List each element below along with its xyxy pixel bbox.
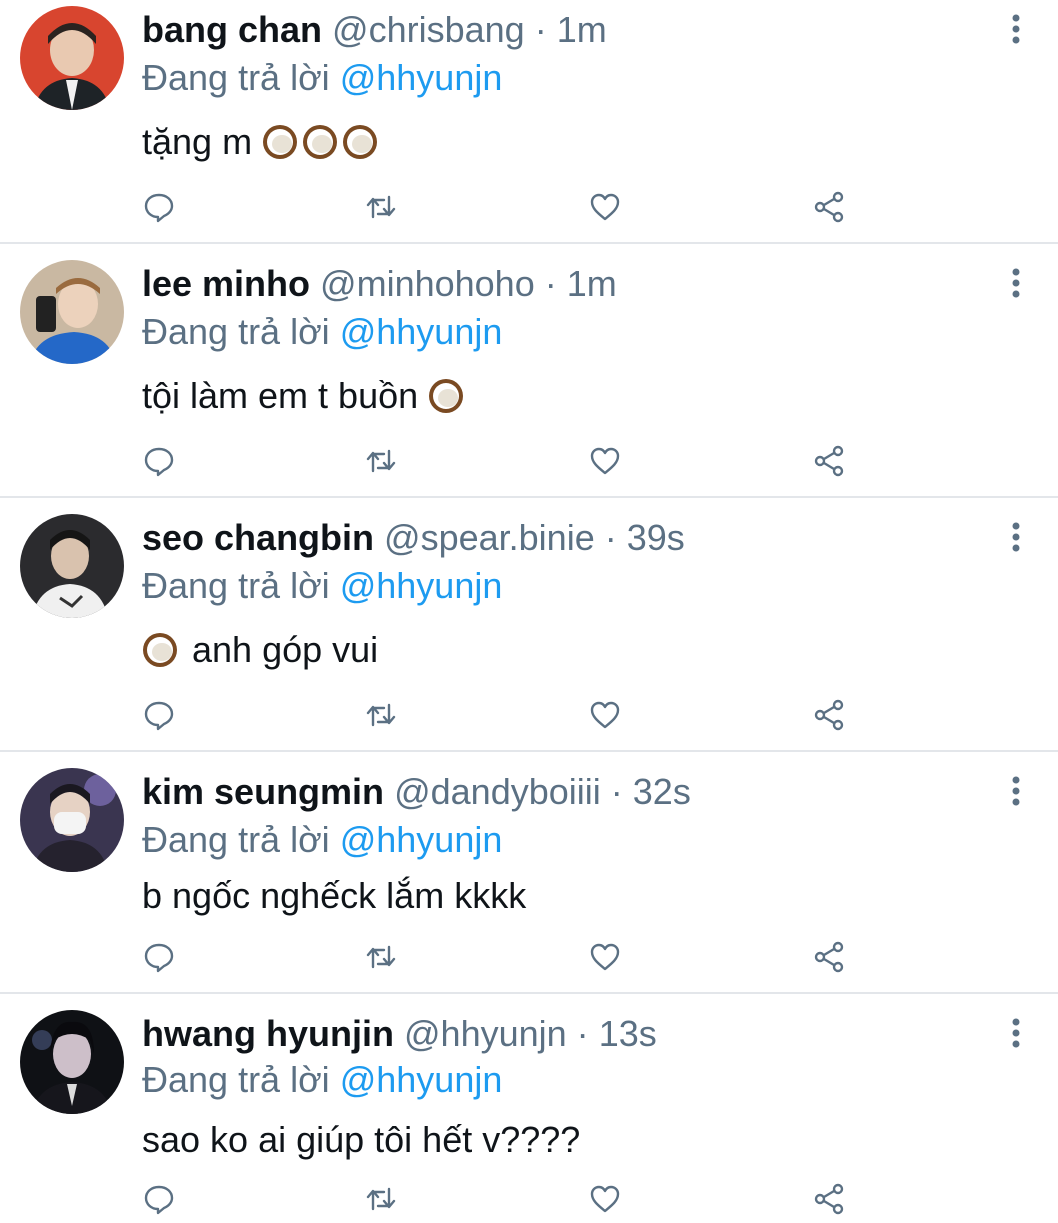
reply-prefix: Đang trả lời xyxy=(142,1059,330,1100)
retweet-icon[interactable] xyxy=(364,940,404,980)
timestamp[interactable]: 1m xyxy=(567,263,617,304)
replying-to: Đang trả lời @hhyunjn xyxy=(142,56,502,100)
share-icon[interactable] xyxy=(812,1182,852,1222)
replying-to: Đang trả lời @hhyunjn xyxy=(142,1058,502,1102)
timestamp[interactable]: 32s xyxy=(633,771,691,812)
avatar[interactable] xyxy=(20,768,124,872)
tweet-header: bang chan @chrisbang · 1m xyxy=(142,8,607,52)
avatar[interactable] xyxy=(20,260,124,364)
coconut-emoji xyxy=(428,378,464,414)
heart-icon[interactable] xyxy=(588,940,628,980)
tweet-text: anh góp vui xyxy=(142,628,378,672)
display-name[interactable]: kim seungmin xyxy=(142,771,384,812)
share-icon[interactable] xyxy=(812,190,852,230)
separator-dot: · xyxy=(576,1013,589,1054)
more-vertical-icon[interactable] xyxy=(1006,1014,1026,1054)
tweet-header: hwang hyunjin @hhyunjn · 13s xyxy=(142,1012,657,1056)
reply-icon[interactable] xyxy=(142,1182,182,1222)
reply-mention-link[interactable]: @hhyunjn xyxy=(340,311,503,352)
more-vertical-icon[interactable] xyxy=(1006,10,1026,50)
reply-icon[interactable] xyxy=(142,444,182,484)
coconut-emoji xyxy=(142,632,178,668)
tweet-item[interactable]: seo changbin @spear.binie · 39s Đang trả… xyxy=(0,498,1058,752)
reply-mention-link[interactable]: @hhyunjn xyxy=(340,1059,503,1100)
coconut-emoji xyxy=(262,124,298,160)
reply-icon[interactable] xyxy=(142,940,182,980)
display-name[interactable]: hwang hyunjin xyxy=(142,1013,394,1054)
reply-icon[interactable] xyxy=(142,698,182,738)
tweet-text-content: anh góp vui xyxy=(192,629,379,670)
tweet-text-content: tặng m xyxy=(142,121,253,162)
tweet-text: tội làm em t buồn xyxy=(142,374,468,418)
tweet-header: seo changbin @spear.binie · 39s xyxy=(142,516,685,560)
tweet-actions xyxy=(142,698,862,738)
separator-dot: · xyxy=(534,9,547,50)
retweet-icon[interactable] xyxy=(364,444,404,484)
tweet-text-content: sao ko ai giúp tôi hết v???? xyxy=(142,1119,581,1160)
tweet-item[interactable]: lee minho @minhohoho · 1m Đang trả lời @… xyxy=(0,244,1058,498)
tweet-actions xyxy=(142,444,862,484)
separator-dot: · xyxy=(544,263,557,304)
tweet-text: tặng m xyxy=(142,120,382,164)
timestamp[interactable]: 13s xyxy=(599,1013,657,1054)
reply-mention-link[interactable]: @hhyunjn xyxy=(340,565,503,606)
reply-prefix: Đang trả lời xyxy=(142,819,330,860)
coconut-emoji xyxy=(302,124,338,160)
tweet-actions xyxy=(142,1182,862,1222)
more-vertical-icon[interactable] xyxy=(1006,772,1026,812)
tweet-text: sao ko ai giúp tôi hết v???? xyxy=(142,1118,580,1162)
reply-prefix: Đang trả lời xyxy=(142,565,330,606)
user-handle[interactable]: @dandyboiiii xyxy=(394,771,601,812)
reply-prefix: Đang trả lời xyxy=(142,57,330,98)
replying-to: Đang trả lời @hhyunjn xyxy=(142,818,502,862)
tweet-text-content: tội làm em t buồn xyxy=(142,375,419,416)
heart-icon[interactable] xyxy=(588,1182,628,1222)
replying-to: Đang trả lời @hhyunjn xyxy=(142,564,502,608)
reply-prefix: Đang trả lời xyxy=(142,311,330,352)
tweet-text-content: b ngốc nghếck lắm kkkk xyxy=(142,875,527,916)
tweet-header: kim seungmin @dandyboiiii · 32s xyxy=(142,770,691,814)
heart-icon[interactable] xyxy=(588,444,628,484)
display-name[interactable]: seo changbin xyxy=(142,517,374,558)
tweet-header: lee minho @minhohoho · 1m xyxy=(142,262,617,306)
coconut-emoji xyxy=(342,124,378,160)
heart-icon[interactable] xyxy=(588,698,628,738)
tweet-item[interactable]: kim seungmin @dandyboiiii · 32s Đang trả… xyxy=(0,752,1058,994)
retweet-icon[interactable] xyxy=(364,190,404,230)
share-icon[interactable] xyxy=(812,444,852,484)
separator-dot: · xyxy=(610,771,623,812)
avatar[interactable] xyxy=(20,6,124,110)
retweet-icon[interactable] xyxy=(364,1182,404,1222)
user-handle[interactable]: @spear.binie xyxy=(384,517,595,558)
tweet-actions xyxy=(142,940,862,980)
avatar[interactable] xyxy=(20,1010,124,1114)
tweet-text: b ngốc nghếck lắm kkkk xyxy=(142,874,526,918)
timestamp[interactable]: 1m xyxy=(557,9,607,50)
more-vertical-icon[interactable] xyxy=(1006,518,1026,558)
timestamp[interactable]: 39s xyxy=(627,517,685,558)
more-vertical-icon[interactable] xyxy=(1006,264,1026,304)
display-name[interactable]: lee minho xyxy=(142,263,310,304)
share-icon[interactable] xyxy=(812,940,852,980)
replying-to: Đang trả lời @hhyunjn xyxy=(142,310,502,354)
separator-dot: · xyxy=(604,517,617,558)
heart-icon[interactable] xyxy=(588,190,628,230)
user-handle[interactable]: @minhohoho xyxy=(320,263,535,304)
reply-mention-link[interactable]: @hhyunjn xyxy=(340,819,503,860)
display-name[interactable]: bang chan xyxy=(142,9,322,50)
avatar[interactable] xyxy=(20,514,124,618)
tweet-item[interactable]: bang chan @chrisbang · 1m Đang trả lời @… xyxy=(0,0,1058,244)
tweet-item[interactable]: hwang hyunjin @hhyunjn · 13s Đang trả lờ… xyxy=(0,994,1058,1223)
user-handle[interactable]: @chrisbang xyxy=(332,9,525,50)
user-handle[interactable]: @hhyunjn xyxy=(404,1013,567,1054)
reply-icon[interactable] xyxy=(142,190,182,230)
share-icon[interactable] xyxy=(812,698,852,738)
reply-mention-link[interactable]: @hhyunjn xyxy=(340,57,503,98)
tweet-actions xyxy=(142,190,862,230)
retweet-icon[interactable] xyxy=(364,698,404,738)
